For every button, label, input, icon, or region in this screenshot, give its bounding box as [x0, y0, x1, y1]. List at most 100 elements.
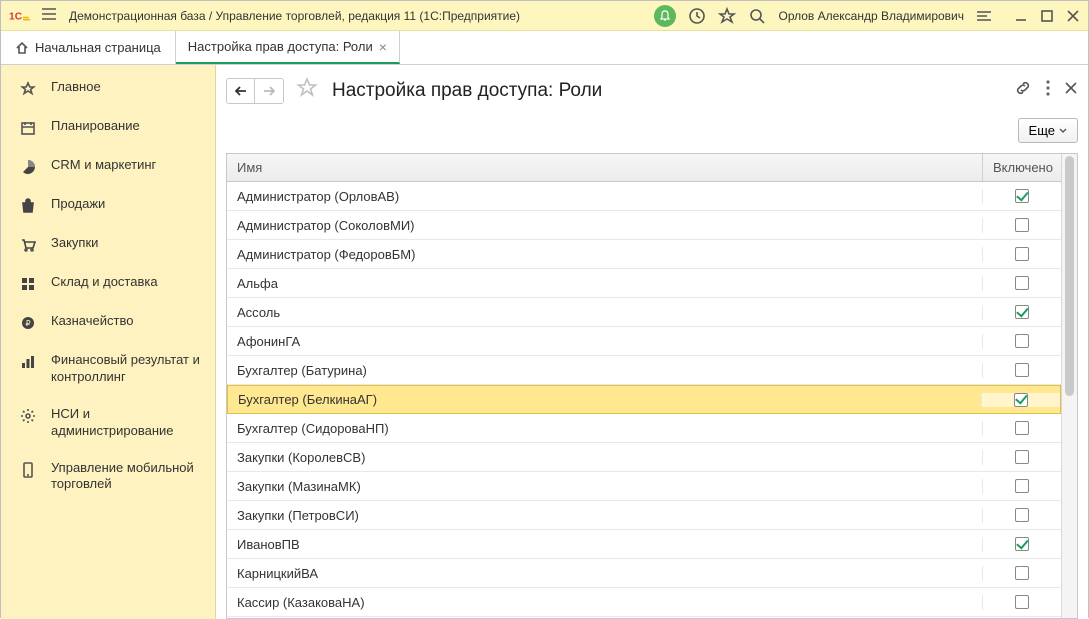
toolbar: Еще — [226, 112, 1078, 153]
enabled-checkbox[interactable] — [1015, 276, 1029, 290]
enabled-checkbox[interactable] — [1015, 247, 1029, 261]
favorites-button[interactable] — [718, 7, 736, 25]
main-menu-button[interactable] — [41, 7, 57, 24]
enabled-checkbox[interactable] — [1015, 363, 1029, 377]
back-button[interactable] — [227, 79, 255, 103]
sidebar-item-5[interactable]: Склад и доставка — [1, 264, 215, 303]
notifications-button[interactable] — [654, 5, 676, 27]
current-user[interactable]: Орлов Александр Владимирович — [778, 9, 964, 23]
sidebar-item-3[interactable]: Продажи — [1, 186, 215, 225]
content-header: Настройка прав доступа: Роли — [226, 73, 1078, 112]
cell-name: Бухгалтер (Батурина) — [227, 363, 983, 378]
sidebar-item-label: Финансовый результат и контроллинг — [51, 352, 203, 386]
cell-enabled — [983, 595, 1061, 609]
cell-enabled — [983, 450, 1061, 464]
enabled-checkbox[interactable] — [1015, 189, 1029, 203]
enabled-checkbox[interactable] — [1015, 450, 1029, 464]
sidebar-item-label: НСИ и администрирование — [51, 406, 203, 440]
favorite-toggle[interactable] — [296, 77, 318, 104]
cell-name: ИвановПВ — [227, 537, 983, 552]
enabled-checkbox[interactable] — [1014, 393, 1028, 407]
close-window-button[interactable] — [1066, 9, 1080, 23]
table-row[interactable]: Бухгалтер (БелкинаАГ) — [227, 385, 1061, 414]
enabled-checkbox[interactable] — [1015, 334, 1029, 348]
cell-name: Ассоль — [227, 305, 983, 320]
cell-enabled — [983, 247, 1061, 261]
home-tab[interactable]: Начальная страница — [1, 31, 176, 64]
table-row[interactable]: АфонинГА — [227, 327, 1061, 356]
column-enabled[interactable]: Включено — [983, 154, 1061, 181]
tabbar: Начальная страница Настройка прав доступ… — [1, 31, 1088, 65]
table-row[interactable]: Кассир (КазаковаНА) — [227, 588, 1061, 617]
scrollbar[interactable] — [1061, 154, 1077, 618]
sidebar-item-label: CRM и маркетинг — [51, 157, 203, 174]
cell-name: Бухгалтер (СидороваНП) — [227, 421, 983, 436]
scrollbar-thumb[interactable] — [1065, 156, 1074, 396]
search-button[interactable] — [748, 7, 766, 25]
table-row[interactable]: Закупки (КоролевСВ) — [227, 443, 1061, 472]
phone-icon — [19, 461, 37, 479]
maximize-button[interactable] — [1040, 9, 1054, 23]
cell-name: Администратор (СоколовМИ) — [227, 218, 983, 233]
sidebar-item-1[interactable]: Планирование — [1, 108, 215, 147]
table-row[interactable]: Бухгалтер (СидороваНП) — [227, 414, 1061, 443]
table-row[interactable]: Альфа — [227, 269, 1061, 298]
sidebar-item-label: Казначейство — [51, 313, 203, 330]
cell-enabled — [982, 393, 1060, 407]
table-row[interactable]: Администратор (ФедоровБМ) — [227, 240, 1061, 269]
cell-name: Администратор (ОрловАВ) — [227, 189, 983, 204]
cell-enabled — [983, 334, 1061, 348]
history-button[interactable] — [688, 7, 706, 25]
enabled-checkbox[interactable] — [1015, 305, 1029, 319]
nav-buttons — [226, 78, 284, 104]
enabled-checkbox[interactable] — [1015, 537, 1029, 551]
table-row[interactable]: Администратор (СоколовМИ) — [227, 211, 1061, 240]
enabled-checkbox[interactable] — [1015, 508, 1029, 522]
svg-text:1С: 1С — [9, 11, 23, 22]
cell-name: КарницкийВА — [227, 566, 983, 581]
enabled-checkbox[interactable] — [1015, 566, 1029, 580]
cell-name: Бухгалтер (БелкинаАГ) — [228, 392, 982, 407]
sidebar-item-4[interactable]: Закупки — [1, 225, 215, 264]
sidebar-item-label: Главное — [51, 79, 203, 96]
sidebar-item-9[interactable]: Управление мобильной торговлей — [1, 450, 215, 504]
cell-enabled — [983, 218, 1061, 232]
enabled-checkbox[interactable] — [1015, 595, 1029, 609]
table-row[interactable]: КарницкийВА — [227, 559, 1061, 588]
enabled-checkbox[interactable] — [1015, 218, 1029, 232]
cell-name: Кассир (КазаковаНА) — [227, 595, 983, 610]
settings-button[interactable] — [976, 9, 992, 23]
table-row[interactable]: ИвановПВ — [227, 530, 1061, 559]
table-row[interactable]: Закупки (ПетровСИ) — [227, 501, 1061, 530]
cell-enabled — [983, 189, 1061, 203]
table-row[interactable]: Ассоль — [227, 298, 1061, 327]
sidebar-item-0[interactable]: Главное — [1, 69, 215, 108]
table-row[interactable]: Закупки (МазинаМК) — [227, 472, 1061, 501]
cell-enabled — [983, 537, 1061, 551]
forward-button[interactable] — [255, 79, 283, 103]
more-button[interactable]: Еще — [1018, 118, 1078, 143]
active-tab[interactable]: Настройка прав доступа: Роли × — [176, 31, 400, 64]
cell-name: АфонинГА — [227, 334, 983, 349]
star-icon — [19, 80, 37, 98]
minimize-button[interactable] — [1014, 9, 1028, 23]
gear-icon — [19, 407, 37, 425]
close-panel-button[interactable] — [1064, 81, 1078, 100]
close-tab-button[interactable]: × — [379, 39, 387, 55]
sidebar-item-label: Продажи — [51, 196, 203, 213]
sidebar-item-6[interactable]: ₽Казначейство — [1, 303, 215, 342]
table-row[interactable]: Бухгалтер (Батурина) — [227, 356, 1061, 385]
home-tab-label: Начальная страница — [35, 40, 161, 55]
cell-enabled — [983, 566, 1061, 580]
active-tab-label: Настройка прав доступа: Роли — [188, 39, 373, 54]
sidebar-item-2[interactable]: CRM и маркетинг — [1, 147, 215, 186]
enabled-checkbox[interactable] — [1015, 479, 1029, 493]
column-name[interactable]: Имя — [227, 154, 983, 181]
kebab-menu[interactable] — [1046, 80, 1050, 101]
link-icon[interactable] — [1014, 79, 1032, 102]
sidebar-item-8[interactable]: НСИ и администрирование — [1, 396, 215, 450]
table-row[interactable]: Администратор (ОрловАВ) — [227, 182, 1061, 211]
sidebar-item-7[interactable]: Финансовый результат и контроллинг — [1, 342, 215, 396]
cell-name: Администратор (ФедоровБМ) — [227, 247, 983, 262]
enabled-checkbox[interactable] — [1015, 421, 1029, 435]
